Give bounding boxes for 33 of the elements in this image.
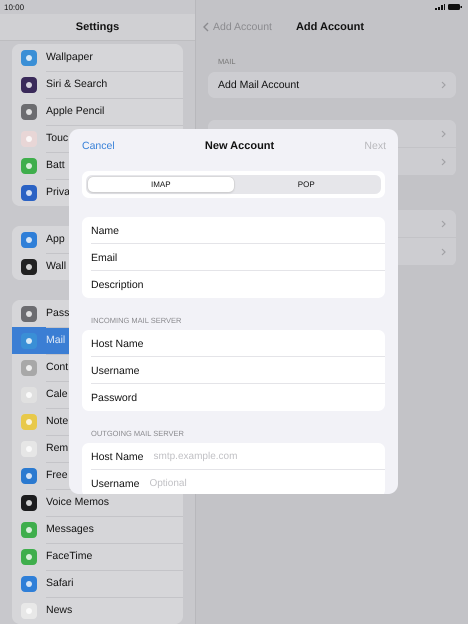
form-field[interactable]: Username xyxy=(82,357,385,384)
form-field[interactable]: Host Name smtp.example.com xyxy=(82,443,385,470)
signal-icon xyxy=(435,4,445,10)
chevron-icon xyxy=(441,248,446,256)
sidebar-item[interactable]: Apple Pencil xyxy=(12,98,183,125)
dialog-title: New Account xyxy=(204,140,274,152)
chevron-icon xyxy=(441,220,446,228)
input-field[interactable]: Optional xyxy=(145,474,385,494)
chevron-icon xyxy=(441,81,446,89)
add-mail-account-row[interactable]: Add Mail Account xyxy=(208,72,456,98)
back-chevron-icon xyxy=(203,22,209,32)
sidebar-item[interactable]: Messages xyxy=(12,516,183,543)
form-field[interactable]: Host Name xyxy=(82,330,385,357)
cancel-button[interactable]: Cancel xyxy=(82,140,115,152)
sidebar-item[interactable]: Siri & Search xyxy=(12,71,183,98)
sidebar-item[interactable]: Wallpaper xyxy=(12,44,183,71)
sidebar-item[interactable]: FaceTime xyxy=(12,543,183,570)
segment-tab[interactable]: POP xyxy=(234,177,379,192)
page-title: Add Account xyxy=(296,21,364,33)
form-field[interactable]: Email xyxy=(82,244,385,271)
form-field[interactable]: Description xyxy=(82,271,385,298)
status-time: 10:00 xyxy=(4,2,24,12)
form-field[interactable]: Password xyxy=(82,384,385,411)
form-field[interactable]: Name xyxy=(82,217,385,244)
sidebar-title: Settings xyxy=(76,21,120,33)
battery-icon xyxy=(448,4,462,10)
sidebar-item[interactable]: News xyxy=(12,597,183,624)
chevron-icon xyxy=(441,158,446,166)
input-field[interactable]: smtp.example.com xyxy=(150,446,385,466)
form-field[interactable]: Username Optional xyxy=(82,470,385,494)
segment-tab[interactable]: IMAP xyxy=(88,177,234,192)
sidebar-item[interactable]: Safari xyxy=(12,570,183,597)
chevron-icon xyxy=(441,130,446,138)
